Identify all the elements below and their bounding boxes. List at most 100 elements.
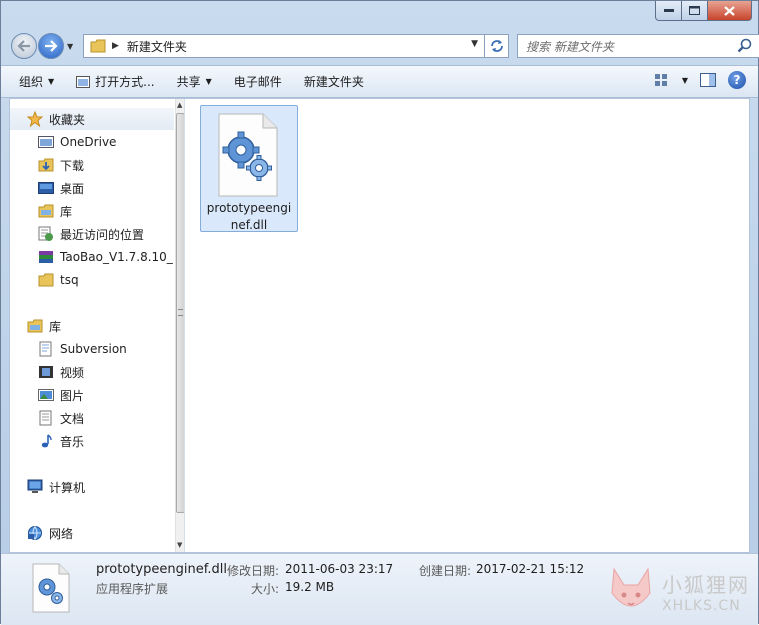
forward-button[interactable] — [38, 33, 64, 59]
watermark-text: 小狐狸网 XHLKS.CN — [662, 569, 750, 614]
nav-item-videos[interactable]: 视频 — [10, 361, 174, 383]
nav-favorites[interactable]: 收藏夹 — [10, 108, 174, 130]
nav-item-label: 库 — [60, 204, 73, 219]
toolbar-right: ▼ ? — [642, 71, 746, 89]
forward-arrow-icon — [45, 40, 58, 52]
file-name-line: prototypeengi — [206, 201, 292, 215]
nav-item-documents[interactable]: 文档 — [10, 407, 174, 429]
nav-item-label: 图片 — [60, 388, 85, 403]
watermark-cn: 小狐狸网 — [662, 572, 750, 597]
breadcrumb-separator-icon[interactable]: ▶ — [112, 41, 119, 51]
fox-logo-icon — [611, 567, 651, 607]
pane-divider[interactable] — [184, 99, 185, 552]
breadcrumb-current-folder[interactable]: 新建文件夹 — [127, 38, 187, 55]
chevron-down-icon: ▼ — [205, 77, 212, 86]
chevron-down-icon[interactable]: ▼ — [682, 76, 688, 85]
caption-buttons — [655, 1, 752, 21]
new-folder-label: 新建文件夹 — [303, 75, 364, 89]
nav-item-label: 文档 — [60, 411, 85, 426]
close-icon — [724, 5, 735, 16]
preview-pane-icon — [700, 73, 716, 87]
maximize-button[interactable] — [682, 1, 708, 21]
nav-libraries[interactable]: 库 — [10, 315, 174, 337]
address-bar[interactable]: ▶ 新建文件夹 ▼ — [83, 34, 485, 58]
command-bar: 组织 ▼ 打开方式... 共享 ▼ 电子邮件 新建文件夹 ▼ ? — [1, 65, 758, 98]
address-row: ▼ ▶ 新建文件夹 ▼ 搜索 新建文件夹 — [9, 29, 759, 63]
documents-icon — [38, 410, 54, 426]
nav-item-label: 最近访问的位置 — [60, 227, 145, 242]
nav-item-label: 下载 — [60, 158, 85, 173]
details-pane: prototypeenginef.dll 应用程序扩展 修改日期: 2011-0… — [1, 553, 758, 625]
video-icon — [38, 364, 54, 380]
nav-item-subversion[interactable]: Subversion — [10, 338, 174, 360]
refresh-icon — [490, 40, 503, 52]
file-item[interactable]: prototypeengi nef.dll — [200, 105, 298, 232]
recent-places-icon — [38, 226, 54, 242]
dll-gear-icon — [218, 113, 278, 197]
content-area: 收藏夹 OneDrive 下载 桌面 库 最近访问的位置 TaoBao_V1.7… — [9, 98, 750, 553]
file-name: prototypeengi nef.dll — [203, 200, 295, 234]
nav-item-tsq[interactable]: tsq — [10, 269, 174, 291]
navigation-pane: 收藏夹 OneDrive 下载 桌面 库 最近访问的位置 TaoBao_V1.7… — [10, 99, 174, 552]
scroll-down-icon[interactable]: ▼ — [177, 541, 182, 549]
network-icon — [27, 525, 43, 541]
email-button[interactable]: 电子邮件 — [226, 70, 290, 94]
star-icon — [27, 111, 43, 127]
new-folder-button[interactable]: 新建文件夹 — [296, 70, 372, 94]
size-label: 大小: — [251, 582, 280, 596]
watermark-en: XHLKS.CN — [662, 597, 741, 614]
nav-libraries-label: 库 — [49, 319, 62, 334]
nav-item-downloads[interactable]: 下载 — [10, 154, 174, 176]
details-filetype: 应用程序扩展 — [96, 582, 169, 596]
nav-scrollbar[interactable]: ▲ ▼ — [175, 99, 185, 552]
share-label: 共享 — [176, 75, 201, 89]
share-button[interactable]: 共享 ▼ — [169, 70, 220, 94]
view-grid-icon — [654, 74, 667, 86]
minimize-icon — [663, 8, 674, 12]
minimize-button[interactable] — [655, 1, 682, 21]
file-list: prototypeengi nef.dll — [186, 99, 749, 552]
view-options-button[interactable]: ▼ — [654, 73, 688, 87]
folder-icon — [38, 272, 54, 288]
address-dropdown-icon[interactable]: ▼ — [471, 39, 478, 49]
nav-item-pictures[interactable]: 图片 — [10, 384, 174, 406]
search-icon[interactable] — [737, 38, 753, 54]
library-icon — [27, 318, 43, 334]
nav-item-library[interactable]: 库 — [10, 200, 174, 222]
nav-item-label: 视频 — [60, 365, 85, 380]
search-input[interactable]: 搜索 新建文件夹 — [517, 34, 759, 58]
created-value: 2017-02-21 15:12 — [476, 562, 585, 576]
pictures-icon — [38, 387, 54, 403]
nav-computer[interactable]: 计算机 — [10, 476, 174, 498]
preview-pane-button[interactable] — [700, 73, 716, 87]
open-with-button[interactable]: 打开方式... — [68, 70, 162, 94]
back-arrow-icon — [17, 40, 30, 52]
nav-item-music[interactable]: 音乐 — [10, 430, 174, 452]
nav-item-recent-places[interactable]: 最近访问的位置 — [10, 223, 174, 245]
nav-item-desktop[interactable]: 桌面 — [10, 177, 174, 199]
history-dropdown[interactable]: ▼ — [67, 42, 73, 51]
document-library-icon — [38, 341, 54, 357]
nav-item-onedrive[interactable]: OneDrive — [10, 131, 174, 153]
organize-button[interactable]: 组织 ▼ — [11, 70, 62, 94]
computer-icon — [27, 479, 43, 495]
nav-item-taobao[interactable]: TaoBao_V1.7.8.10_ — [10, 246, 174, 268]
library-icon — [38, 203, 54, 219]
details-filename: prototypeenginef.dll — [96, 562, 227, 577]
refresh-button[interactable] — [485, 34, 509, 58]
music-note-icon — [38, 433, 54, 449]
help-button[interactable]: ? — [728, 71, 746, 89]
back-button[interactable] — [11, 33, 37, 59]
scroll-grip-icon — [178, 309, 183, 316]
search-placeholder: 搜索 新建文件夹 — [526, 39, 614, 54]
folder-icon — [90, 39, 106, 53]
open-with-icon — [76, 75, 91, 88]
nav-network[interactable]: 网络 — [10, 522, 174, 544]
archive-icon — [38, 249, 54, 265]
onedrive-icon — [38, 134, 54, 150]
dll-gear-icon — [32, 563, 70, 613]
nav-favorites-label: 收藏夹 — [49, 112, 86, 127]
scroll-up-icon[interactable]: ▲ — [177, 101, 182, 109]
close-button[interactable] — [708, 1, 752, 21]
modified-value: 2011-06-03 23:17 — [285, 562, 394, 576]
